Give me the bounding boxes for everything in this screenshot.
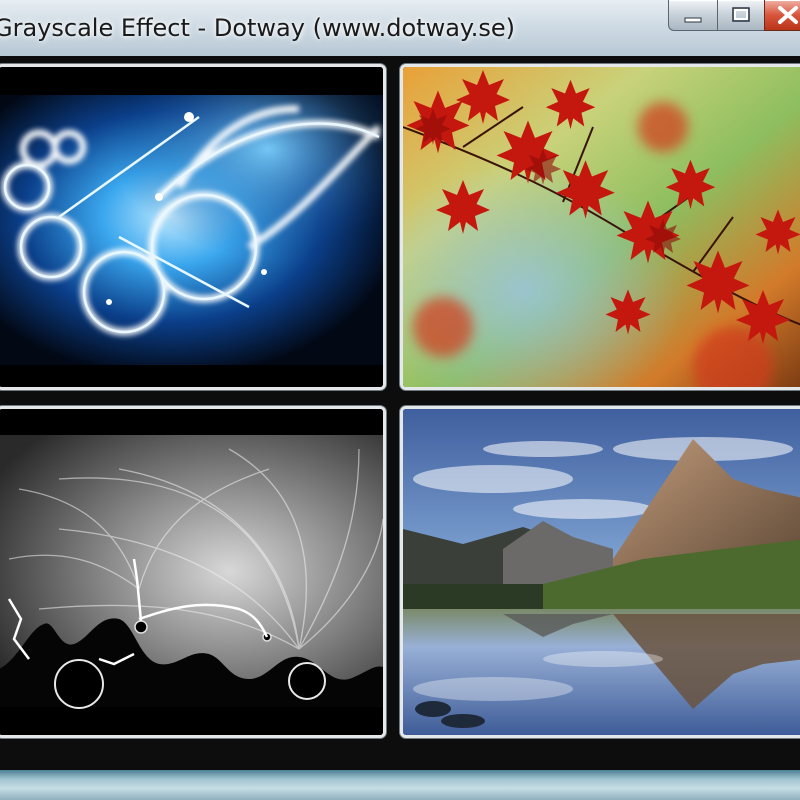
maximize-button[interactable] bbox=[717, 0, 765, 31]
image-grid bbox=[0, 56, 800, 770]
image-panel-top-right[interactable] bbox=[400, 64, 800, 390]
mountain-lake-image bbox=[403, 409, 800, 735]
app-window: Grayscale Effect - Dotway (www.dotway.se… bbox=[0, 0, 800, 800]
minimize-icon bbox=[684, 17, 702, 23]
close-icon bbox=[778, 6, 798, 24]
blue-abstract-swirl-image bbox=[0, 67, 383, 387]
image-panel-top-left[interactable] bbox=[0, 64, 386, 390]
minimize-button[interactable] bbox=[668, 0, 718, 31]
title-bar[interactable]: Grayscale Effect - Dotway (www.dotway.se… bbox=[0, 0, 800, 56]
window-bottom-frame bbox=[0, 770, 800, 800]
close-button[interactable] bbox=[764, 0, 800, 31]
image-panel-bottom-left[interactable] bbox=[0, 406, 386, 738]
grayscale-fractal-image bbox=[0, 409, 383, 735]
maximize-icon bbox=[732, 7, 750, 22]
red-autumn-leaves-image bbox=[403, 67, 800, 387]
window-title: Grayscale Effect - Dotway (www.dotway.se… bbox=[0, 14, 515, 42]
image-panel-bottom-right[interactable] bbox=[400, 406, 800, 738]
